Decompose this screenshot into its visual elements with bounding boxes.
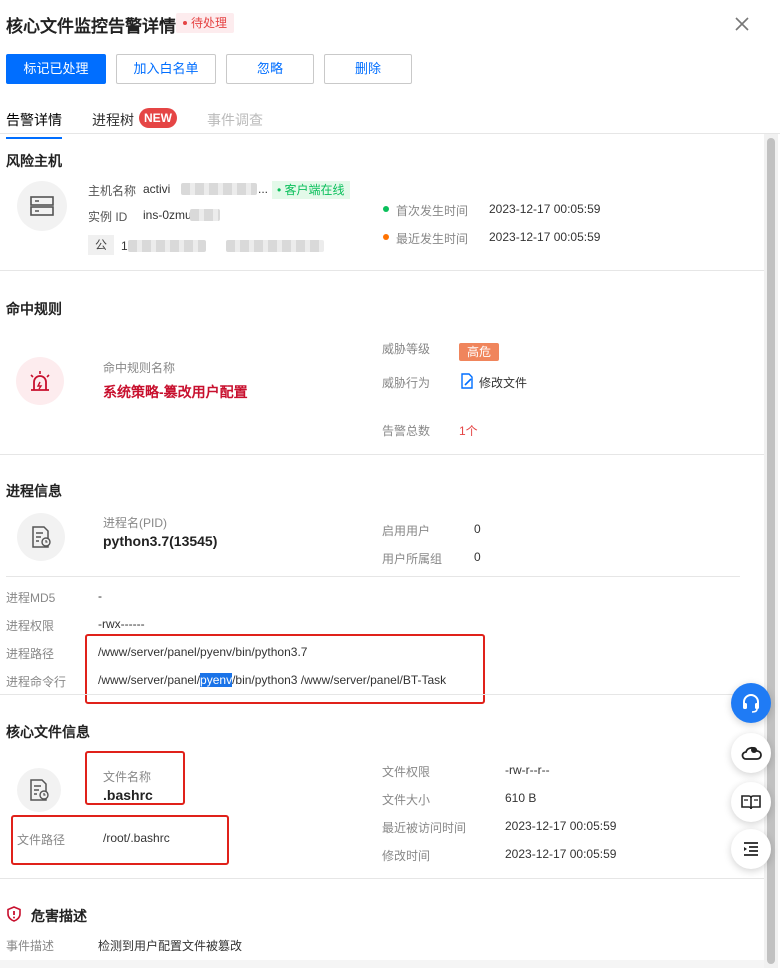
edit-file-icon bbox=[461, 373, 473, 389]
threat-behavior-label: 威胁行为 bbox=[382, 376, 431, 390]
file-access-value: 2023-12-17 00:05:59 bbox=[505, 819, 617, 833]
process-name-value: python3.7(13545) bbox=[103, 533, 218, 549]
server-icon bbox=[17, 181, 67, 231]
host-name-redacted bbox=[181, 183, 257, 195]
last-time-dot-icon bbox=[383, 234, 389, 240]
host-name-value: activi bbox=[143, 182, 171, 196]
file-size-value: 610 B bbox=[505, 791, 537, 805]
close-icon[interactable] bbox=[734, 16, 750, 32]
threat-level-tag: 高危 bbox=[459, 343, 499, 361]
alert-total-value[interactable]: 1个 bbox=[459, 422, 478, 439]
cloud-icon bbox=[741, 746, 762, 760]
section-divider bbox=[0, 270, 764, 271]
section-divider bbox=[0, 694, 764, 695]
event-desc-label: 事件描述 bbox=[6, 939, 55, 953]
instance-id-redacted bbox=[190, 209, 220, 221]
alarm-icon bbox=[16, 357, 64, 405]
process-md5-label: 进程MD5 bbox=[6, 591, 56, 605]
process-perm-value: -rwx------ bbox=[98, 617, 145, 631]
online-dot-icon: • bbox=[277, 183, 285, 197]
start-user-label: 启用用户 bbox=[382, 524, 431, 538]
file-modify-value: 2023-12-17 00:05:59 bbox=[505, 847, 617, 861]
online-status-text: 客户端在线 bbox=[284, 183, 345, 197]
host-section-title: 风险主机 bbox=[6, 153, 62, 169]
public-ip-tag: 公 bbox=[88, 235, 114, 255]
first-time-label: 首次发生时间 bbox=[396, 204, 469, 218]
mark-handled-button[interactable]: 标记已处理 bbox=[6, 54, 106, 84]
public-ip-prefix: 1 bbox=[121, 239, 128, 253]
page-title: 核心文件监控告警详情 bbox=[6, 17, 176, 36]
file-size-label: 文件大小 bbox=[382, 793, 431, 807]
last-time-value: 2023-12-17 00:05:59 bbox=[489, 230, 601, 244]
rule-section-title: 命中规则 bbox=[6, 301, 62, 317]
book-icon bbox=[741, 795, 761, 810]
process-section-title: 进程信息 bbox=[6, 483, 62, 499]
process-perm-label: 进程权限 bbox=[6, 619, 55, 633]
process-path-label: 进程路径 bbox=[6, 647, 55, 661]
host-name-ellipsis: ... bbox=[258, 182, 269, 196]
online-status-tag: • 客户端在线 bbox=[272, 181, 350, 199]
annotation-box-file-path bbox=[11, 815, 229, 865]
file-section-title: 核心文件信息 bbox=[6, 724, 90, 740]
file-perm-value: -rw-r--r-- bbox=[505, 763, 550, 777]
status-badge: 待处理 bbox=[176, 13, 235, 33]
cloud-button[interactable] bbox=[731, 733, 771, 773]
drawer-header: 核心文件监控告警详情 待处理 bbox=[0, 0, 780, 48]
first-time-dot-icon bbox=[383, 206, 389, 212]
file-access-label: 最近被访问时间 bbox=[382, 821, 467, 835]
user-group-label: 用户所属组 bbox=[382, 552, 443, 566]
tab-bar: 告警详情 进程树 事件调查 bbox=[0, 104, 780, 139]
tab-process-tree[interactable]: 进程树 bbox=[92, 110, 134, 130]
bottom-edge bbox=[0, 960, 764, 968]
first-time-value: 2023-12-17 00:05:59 bbox=[489, 202, 601, 216]
section-divider bbox=[0, 878, 764, 879]
docs-button[interactable] bbox=[731, 782, 771, 822]
harm-section-title: 危害描述 bbox=[31, 908, 87, 924]
indent-list-icon bbox=[744, 842, 758, 856]
host-name-label: 主机名称 bbox=[88, 184, 137, 198]
delete-button[interactable]: 删除 bbox=[324, 54, 412, 84]
status-dot-icon bbox=[183, 20, 187, 25]
user-group-value: 0 bbox=[474, 550, 481, 564]
process-name-label: 进程名(PID) bbox=[103, 516, 167, 530]
instance-id-label: 实例 ID bbox=[88, 210, 128, 224]
shield-alert-icon bbox=[7, 906, 21, 922]
start-user-value: 0 bbox=[474, 522, 481, 536]
annotation-box-file-name bbox=[85, 751, 185, 805]
threat-behavior-value: 修改文件 bbox=[479, 376, 528, 390]
private-ip-redacted bbox=[226, 240, 324, 252]
outline-button[interactable] bbox=[731, 829, 771, 869]
process-doc-icon bbox=[17, 513, 65, 561]
tab-alert-detail[interactable]: 告警详情 bbox=[6, 110, 62, 139]
section-divider bbox=[0, 454, 764, 455]
ignore-button[interactable]: 忽略 bbox=[226, 54, 314, 84]
file-doc-icon bbox=[17, 768, 61, 812]
rule-name-value: 系统策略-篡改用户配置 bbox=[103, 384, 248, 400]
new-badge: NEW bbox=[139, 108, 177, 128]
alert-total-label: 告警总数 bbox=[382, 424, 431, 438]
headset-icon bbox=[743, 694, 759, 713]
event-desc-value: 检测到用户配置文件被篡改 bbox=[98, 939, 243, 953]
public-ip-redacted bbox=[128, 240, 206, 252]
inner-divider bbox=[6, 576, 740, 577]
file-perm-label: 文件权限 bbox=[382, 765, 431, 779]
rule-name-label: 命中规则名称 bbox=[103, 361, 176, 375]
process-cmd-label: 进程命令行 bbox=[6, 675, 67, 689]
last-time-label: 最近发生时间 bbox=[396, 232, 469, 246]
status-text: 待处理 bbox=[191, 16, 228, 30]
support-headset-button[interactable] bbox=[731, 683, 771, 723]
add-whitelist-button[interactable]: 加入白名单 bbox=[116, 54, 216, 84]
threat-level-label: 威胁等级 bbox=[382, 342, 431, 356]
instance-id-value: ins-0zmu bbox=[143, 208, 192, 222]
file-modify-label: 修改时间 bbox=[382, 849, 431, 863]
process-md5-value: - bbox=[98, 589, 102, 603]
tab-event-investigation[interactable]: 事件调查 bbox=[207, 110, 263, 130]
